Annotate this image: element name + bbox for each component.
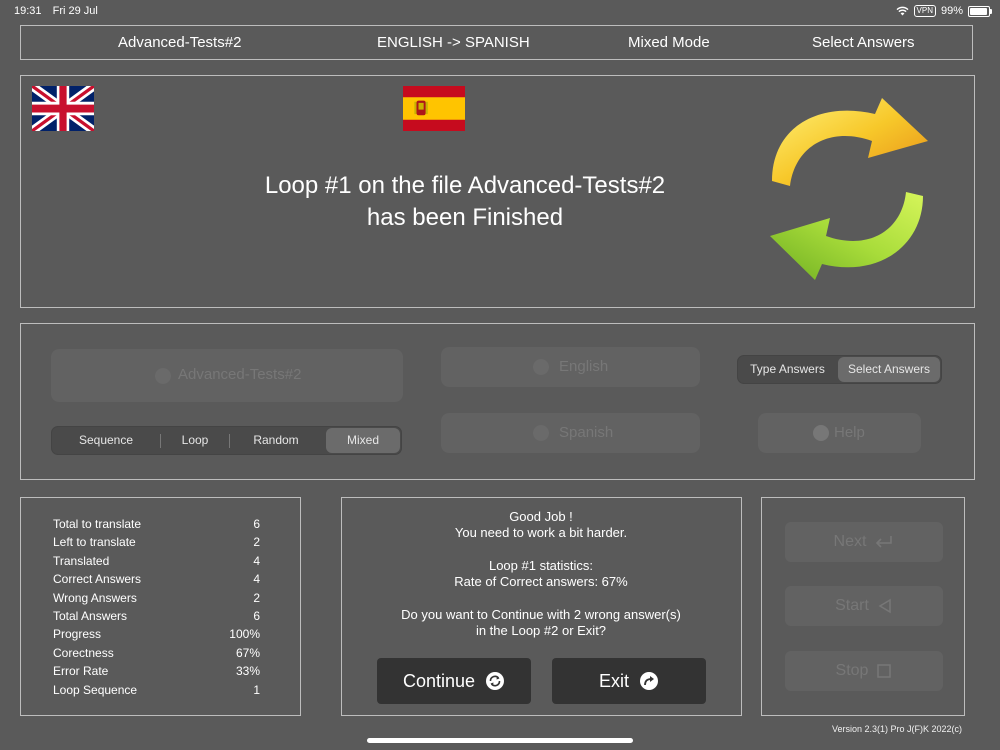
segment-random[interactable]: Random: [230, 427, 322, 454]
order-segmented-control: Sequence Loop Random Mixed: [51, 426, 402, 455]
stat-label: Error Rate: [53, 664, 109, 678]
file-select-button[interactable]: Advanced-Tests#2: [51, 349, 403, 402]
answer-type-segmented-control: Type Answers Select Answers: [737, 355, 942, 384]
message-line-3: Loop #1 statistics:: [488, 558, 594, 573]
play-icon: [878, 598, 891, 614]
stop-icon: [877, 664, 892, 678]
stat-label: Correct Answers: [53, 572, 142, 586]
source-language-button[interactable]: English: [441, 347, 700, 387]
header-answer-type: Select Answers: [812, 34, 915, 51]
stat-label: Loop Sequence: [53, 683, 138, 697]
spain-flag-icon: [403, 86, 465, 131]
exit-label: Exit: [598, 670, 629, 691]
stat-label: Total Answers: [53, 609, 128, 623]
help-icon: [813, 425, 829, 441]
continue-button[interactable]: Continue: [377, 658, 531, 704]
segment-mixed[interactable]: Mixed: [326, 428, 400, 453]
stat-value: 33%: [235, 664, 260, 678]
header-mode: Mixed Mode: [628, 34, 710, 51]
message-line-5: Do you want to Continue with 2 wrong ans…: [401, 607, 681, 622]
battery-level: [970, 7, 987, 15]
stat-value: 4: [253, 572, 260, 586]
file-select-label: Advanced-Tests#2: [178, 366, 302, 383]
help-label: Help: [834, 424, 865, 441]
start-label: Start: [835, 597, 869, 614]
battery-percent: 99%: [940, 5, 963, 17]
target-language-button[interactable]: Spanish: [441, 413, 700, 453]
segment-loop[interactable]: Loop: [161, 427, 229, 454]
stop-button[interactable]: Stop: [785, 651, 943, 691]
header-file-name: Advanced-Tests#2: [118, 34, 242, 51]
header-bar: Advanced-Tests#2 ENGLISH -> SPANISH Mixe…: [20, 25, 973, 60]
refresh-icon: [486, 672, 505, 690]
status-time: 19:31: [14, 5, 42, 17]
source-language-label: English: [559, 358, 609, 375]
stop-label: Stop: [835, 662, 869, 679]
version-label: Version 2.3(1) Pro J(F)K 2022(c): [831, 724, 962, 734]
refresh-arrows-icon: [770, 98, 928, 280]
status-date: Fri 29 Jul: [52, 5, 98, 17]
stat-value: 2: [253, 535, 260, 549]
source-language-icon: [533, 359, 549, 375]
stat-value: 6: [253, 609, 260, 623]
exit-button[interactable]: Exit: [552, 658, 706, 704]
stat-label: Corectness: [53, 646, 114, 660]
start-button[interactable]: Start: [785, 586, 943, 626]
segment-type-answers[interactable]: Type Answers: [738, 356, 837, 383]
stat-value: 67%: [235, 646, 260, 660]
stat-value: 1: [253, 683, 260, 697]
wifi-icon: [896, 6, 909, 16]
message-line-4: Rate of Correct answers: 67%: [454, 574, 628, 589]
stat-label: Wrong Answers: [53, 591, 137, 605]
next-button[interactable]: Next: [785, 522, 943, 562]
stat-value: 100%: [229, 627, 260, 641]
continue-label: Continue: [402, 670, 476, 691]
target-language-label: Spanish: [559, 424, 614, 441]
help-button[interactable]: Help: [758, 413, 921, 453]
battery-icon: [968, 5, 992, 17]
vpn-badge: VPN: [913, 5, 936, 17]
target-language-icon: [533, 425, 549, 441]
stat-label: Translated: [53, 554, 110, 568]
stat-value: 2: [253, 591, 260, 605]
forward-arrow-icon: [640, 672, 658, 690]
segment-sequence[interactable]: Sequence: [52, 427, 160, 454]
next-label: Next: [833, 533, 867, 550]
stat-value: 6: [253, 517, 260, 531]
status-bar-left: 19:31 Fri 29 Jul: [14, 5, 106, 17]
stat-label: Progress: [53, 627, 102, 641]
file-icon: [155, 368, 171, 384]
stat-label: Total to translate: [53, 517, 142, 531]
return-arrow-icon: [876, 536, 893, 548]
header-language-direction: ENGLISH -> SPANISH: [377, 34, 530, 51]
message-line-2: You need to work a bit harder.: [454, 525, 628, 540]
home-indicator[interactable]: [367, 738, 633, 743]
stat-value: 4: [253, 554, 260, 568]
status-bar-right: VPN 99%: [896, 5, 992, 17]
segment-select-answers[interactable]: Select Answers: [838, 357, 940, 382]
message-line-6: in the Loop #2 or Exit?: [475, 623, 607, 638]
stat-label: Left to translate: [53, 535, 136, 549]
message-line-1: Good Job !: [509, 509, 573, 524]
uk-flag-icon: [32, 86, 94, 131]
